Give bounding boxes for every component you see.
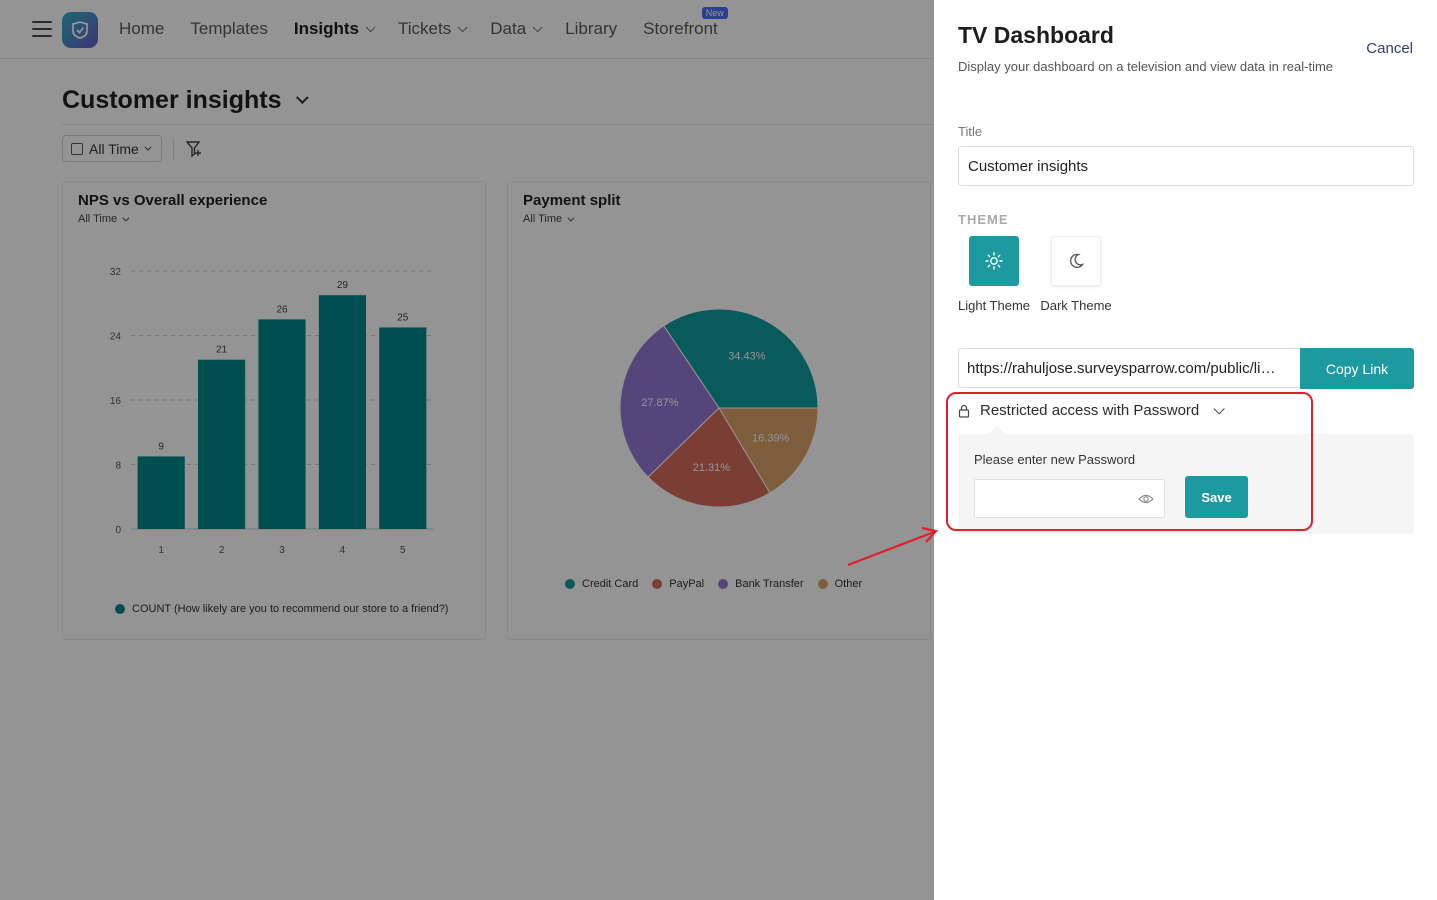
moon-icon [1069, 253, 1085, 268]
dark-theme-option[interactable]: Dark Theme [1036, 236, 1116, 313]
title-field-label: Title [958, 124, 983, 139]
dark-theme-swatch[interactable] [1051, 236, 1101, 286]
panel-title: TV Dashboard [958, 22, 1114, 48]
public-link-value: https://rahuljose.surveysparrow.com/publ… [967, 359, 1276, 377]
light-theme-swatch[interactable] [969, 236, 1019, 286]
public-link-field[interactable]: https://rahuljose.surveysparrow.com/publ… [958, 348, 1301, 388]
theme-section-label: THEME [958, 212, 1009, 227]
light-theme-label: Light Theme [957, 298, 1031, 313]
modal-backdrop[interactable] [0, 0, 934, 900]
sun-icon [985, 252, 1003, 270]
dark-theme-label: Dark Theme [1040, 298, 1112, 313]
annotation-arrow [847, 526, 939, 567]
background-app: Home Templates Insights Tickets Data Library S… [0, 0, 934, 900]
light-theme-option[interactable]: Light Theme [954, 236, 1034, 313]
copy-link-button[interactable]: Copy Link [1300, 348, 1414, 389]
title-input[interactable] [958, 146, 1414, 186]
highlight-box [946, 392, 1313, 531]
cancel-button[interactable]: Cancel [1366, 40, 1413, 57]
panel-description: Display your dashboard on a television a… [958, 59, 1334, 74]
